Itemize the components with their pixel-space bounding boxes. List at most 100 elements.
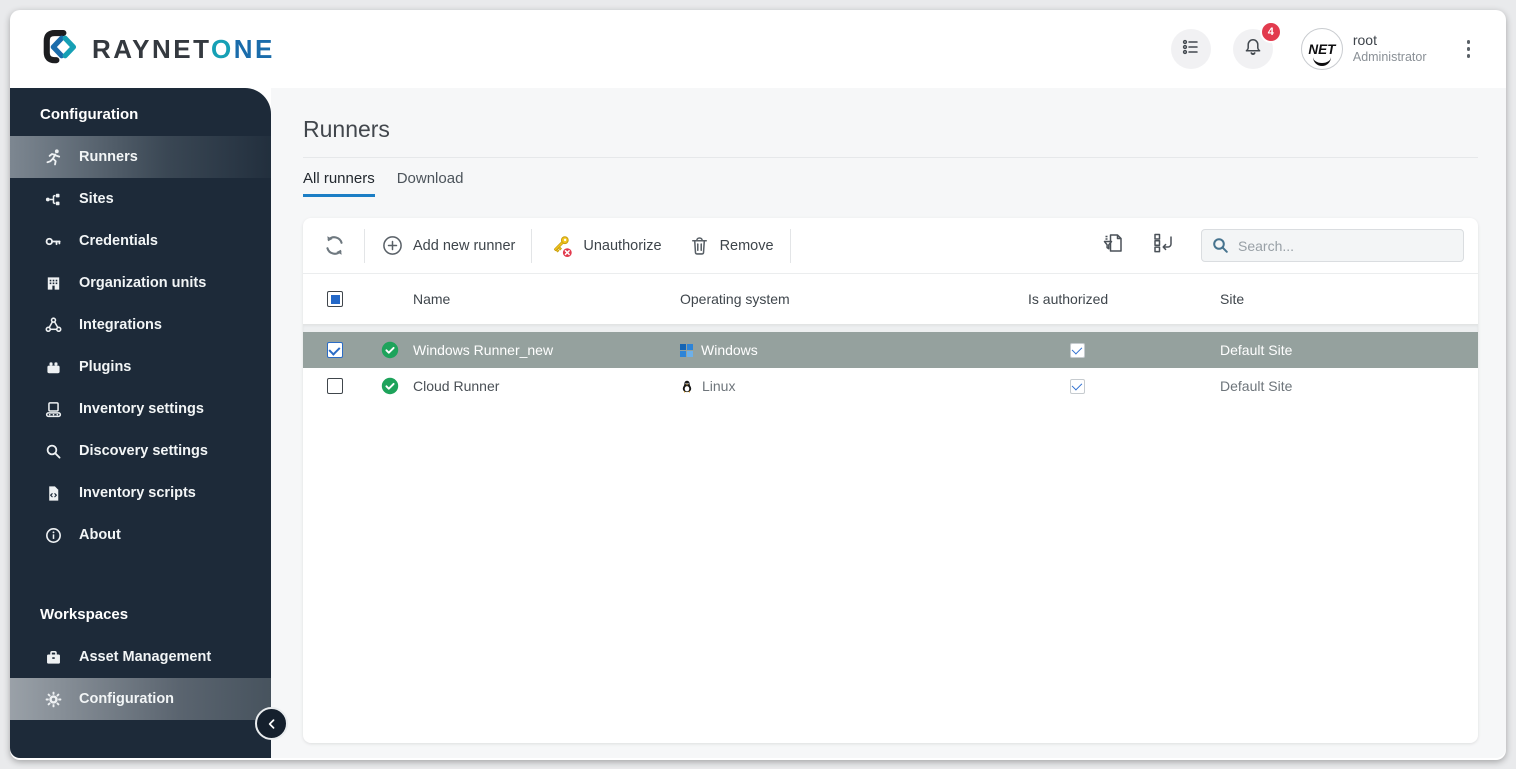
script-file-icon [49,485,59,501]
notifications-button[interactable]: 4 [1232,21,1282,69]
sidebar-item-runners[interactable]: Runners [10,136,271,178]
user-name: root [1352,32,1377,49]
runner-name: Cloud Runner [413,378,500,394]
search-icon [1213,238,1228,253]
filter-document-icon [1103,234,1122,252]
sidebar-item-integrations[interactable]: Integrations [10,304,271,346]
add-new-runner-button[interactable]: Add new runner [375,234,521,257]
tab-download[interactable]: Download [397,170,464,197]
os-label: Windows [701,342,758,358]
tab-all-runners[interactable]: All runners [303,170,375,197]
user-avatar[interactable]: NET [1300,28,1343,70]
table-header: Name Operating system Is authorized Site [303,274,1478,324]
columns-icon [1154,233,1172,253]
sidebar-collapse-button[interactable] [255,707,288,740]
app-logo: RAYNETONE [38,26,275,73]
plugin-icon [47,361,60,373]
refresh-icon [326,236,343,255]
sidebar-item-label: Plugins [79,359,132,375]
sidebar-item-inventory-settings[interactable]: Inventory settings [10,388,271,430]
sidebar-item-credentials[interactable]: Credentials [10,220,271,262]
row-checkbox[interactable] [327,342,343,358]
sidebar-item-label: Asset Management [79,649,212,665]
site-label: Default Site [1220,378,1293,394]
sidebar-item-about[interactable]: About [10,514,271,556]
choose-columns-button[interactable] [1151,231,1175,260]
more-options-button[interactable] [1461,34,1477,64]
sidebar-item-label: About [79,527,121,543]
table-row[interactable]: Cloud Runner Linux Default Site [303,368,1478,404]
table-row[interactable]: Windows Runner_new Windows Default Site [303,332,1478,368]
sidebar-item-label: Discovery settings [79,443,208,459]
user-role: Administrator [1352,49,1427,64]
plus-circle-icon [383,236,402,255]
toolbar: Add new runner Unauthorize Remove [303,218,1478,274]
refresh-button[interactable] [315,232,354,259]
saved-filters-button[interactable] [1101,231,1125,260]
unauthorize-button[interactable]: Unauthorize [542,233,667,259]
column-header-site[interactable]: Site [1220,291,1478,307]
toolbar-divider [531,228,533,263]
sidebar-item-asset-management[interactable]: Asset Management [10,636,271,678]
search-box [1201,229,1464,262]
page-title: Runners [303,116,390,142]
briefcase-icon [47,650,60,664]
column-header-os[interactable]: Operating system [680,291,1028,307]
sidebar-item-plugins[interactable]: Plugins [10,346,271,388]
task-list-button[interactable] [1170,29,1211,69]
remove-label: Remove [719,237,774,254]
windows-icon [680,343,693,357]
toolbar-divider [364,228,365,263]
tabs: All runners Download [303,157,1478,197]
sidebar-item-discovery-settings[interactable]: Discovery settings [10,430,271,472]
remove-button[interactable]: Remove [682,234,780,257]
logo-wordmark: RAYNETONE [92,33,275,64]
authorized-checkbox[interactable] [1070,378,1085,394]
sidebar-item-label: Integrations [79,317,162,333]
row-checkbox[interactable] [327,378,343,394]
runner-icon [46,148,61,165]
toolbar-right [1101,229,1464,262]
avatar-text: NET [1308,41,1336,57]
sidebar-item-label: Inventory scripts [79,485,196,501]
unauthorize-label: Unauthorize [583,237,662,254]
sidebar-item-configuration[interactable]: Configuration [10,678,271,720]
table-header-divider [303,324,1478,332]
sidebar-item-organization-units[interactable]: Organization units [10,262,271,304]
building-icon [47,276,60,290]
top-actions: 4 NET root Administrator [1170,21,1477,70]
inventory-settings-icon [45,401,62,417]
linux-icon [682,380,692,393]
magnifier-icon [46,444,61,458]
search-input[interactable] [1201,229,1464,262]
sidebar-item-label: Runners [79,149,138,165]
sidebar-item-label: Sites [79,191,114,207]
column-header-name[interactable]: Name [413,291,680,307]
runners-panel: Add new runner Unauthorize Remove Search… [303,218,1478,743]
authorized-checkbox[interactable] [1070,342,1085,358]
trash-icon [691,237,707,255]
main-content: Runners All runners Download Add new run… [271,88,1506,758]
gear-icon [45,691,62,707]
sidebar-item-label: Credentials [79,233,158,249]
top-bar: RAYNETONE 4 NET root Administrator [10,10,1506,88]
notifications-badge: 4 [1259,21,1282,43]
sidebar-item-sites[interactable]: Sites [10,178,271,220]
sites-icon [45,193,60,205]
sidebar-item-inventory-scripts[interactable]: Inventory scripts [10,472,271,514]
task-list-icon [1180,36,1202,63]
site-label: Default Site [1220,342,1293,358]
chevron-left-icon [268,718,274,729]
sidebar-item-label: Inventory settings [79,401,204,417]
select-all-checkbox[interactable] [327,291,343,307]
sidebar: Configuration Runners Sites Credentials … [10,88,271,758]
os-label: Linux [702,378,736,394]
sidebar-section-workspaces: Workspaces [40,606,129,623]
unauthorize-key-icon [554,235,574,258]
runner-name: Windows Runner_new [413,342,554,358]
column-header-authorized[interactable]: Is authorized [1028,291,1220,307]
status-online-icon [381,341,399,359]
sidebar-item-label: Configuration [79,691,175,707]
sidebar-section-configuration: Configuration [40,106,139,123]
toolbar-divider [789,228,791,263]
